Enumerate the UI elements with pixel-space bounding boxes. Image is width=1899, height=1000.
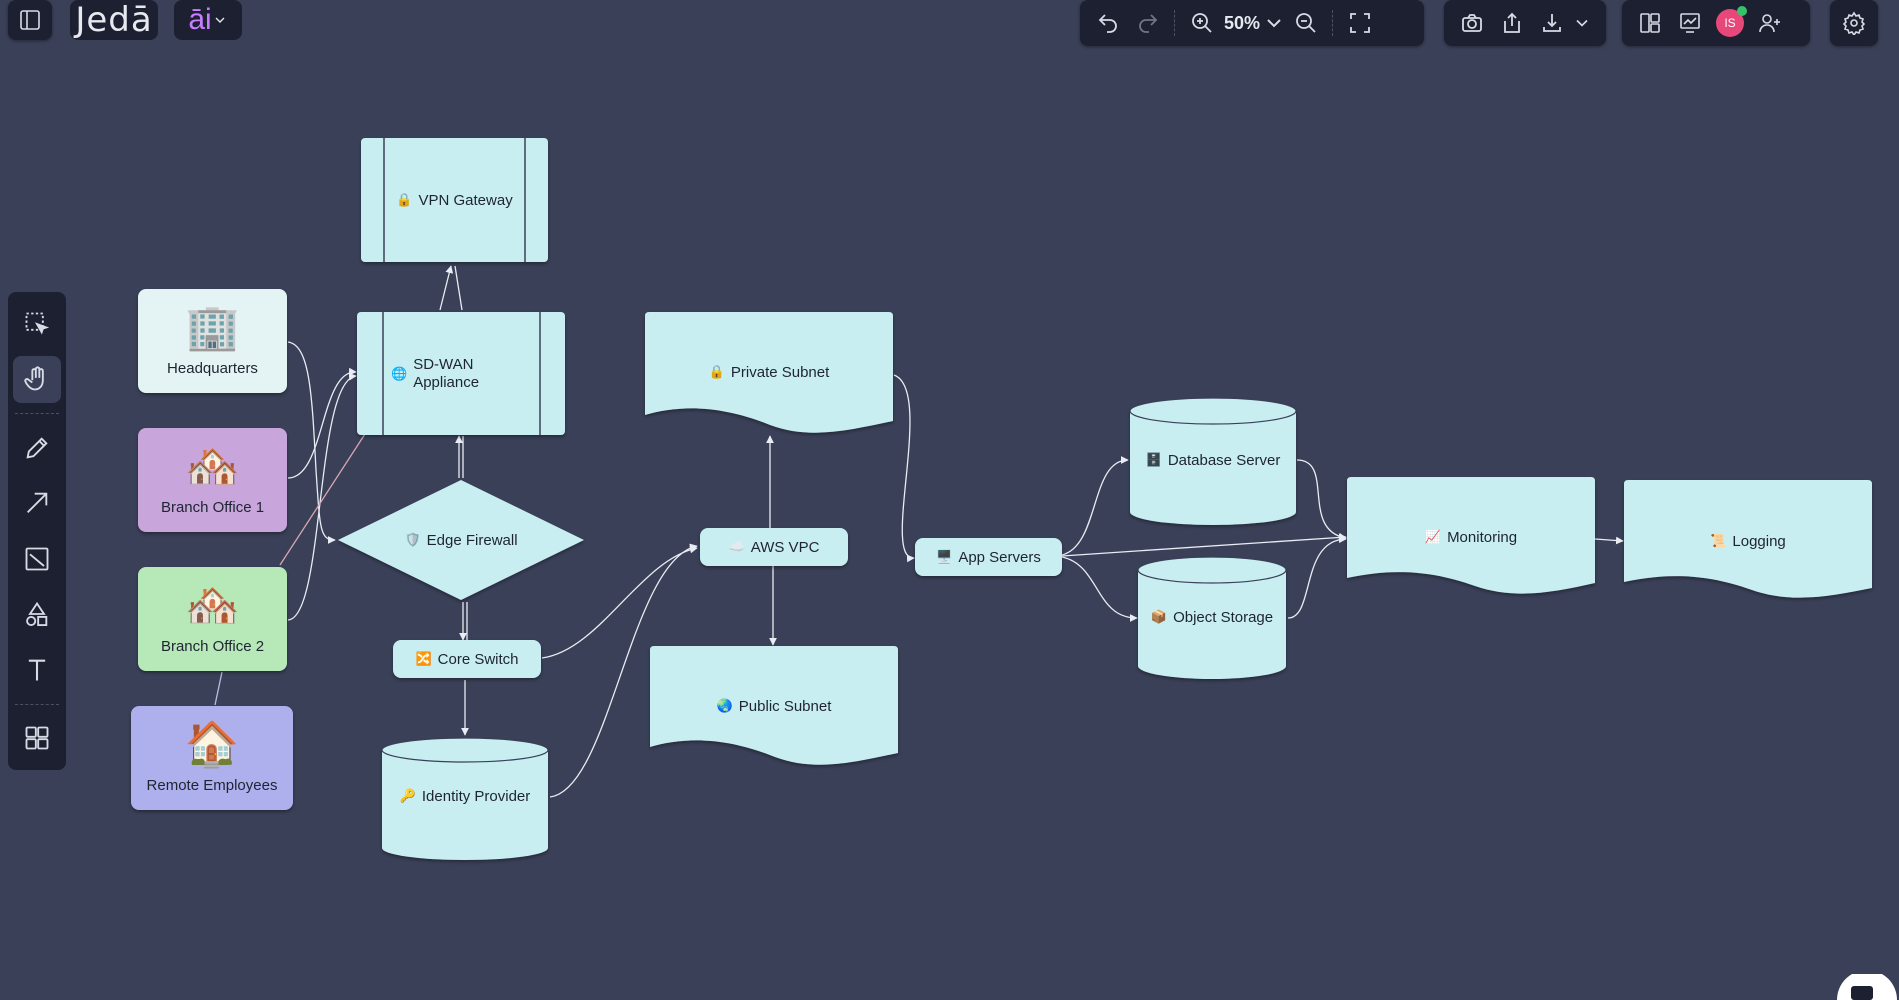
remote-employees-node[interactable]: 🏠 Remote Employees — [131, 706, 293, 810]
database-server-label: Database Server — [1167, 451, 1281, 469]
object-storage-text: 📦 Object Storage — [1138, 597, 1286, 637]
public-subnet-text: 🌏 Public Subnet — [650, 686, 898, 726]
house-icon: 🏠 — [184, 719, 240, 769]
chart-icon: 📈 — [1424, 529, 1442, 544]
branch-office-2-node[interactable]: 🏘️ Branch Office 2 — [138, 567, 287, 671]
identity-provider-text: 🔑 Identity Provider — [382, 776, 548, 816]
app-servers-node[interactable]: 🖥️ App Servers — [915, 538, 1062, 576]
computer-icon: 🖥️ — [936, 549, 953, 564]
private-subnet-text: 🔒 Private Subnet — [645, 352, 893, 392]
connector-branch2-sdwan — [287, 372, 357, 621]
connector-sdwan-vpn-a — [439, 265, 454, 311]
key-icon: 🔑 — [399, 788, 416, 803]
package-icon: 📦 — [1150, 609, 1168, 624]
logging-label: Logging — [1732, 532, 1786, 550]
object-storage-label: Object Storage — [1173, 608, 1274, 626]
globe-icon: 🌏 — [716, 698, 733, 713]
cloud-icon: ☁️ — [728, 539, 745, 554]
houses-icon: 🏘️ — [185, 580, 240, 630]
connector-private-app — [893, 374, 915, 563]
branch-office-1-label: Branch Office 1 — [160, 498, 265, 516]
houses-icon: 🏘️ — [185, 441, 240, 491]
branch-office-2-label: Branch Office 2 — [160, 637, 265, 655]
vpn-gateway-label: VPN Gateway — [418, 191, 513, 209]
connector-app-storage — [1061, 556, 1138, 622]
connector-core-vpc — [541, 545, 698, 659]
database-server-text: 🗄️ Database Server — [1130, 440, 1296, 480]
connector-app-database — [1061, 456, 1129, 556]
sdwan-label-line2: Appliance — [413, 374, 480, 391]
aws-vpc-node[interactable]: ☁️ AWS VPC — [700, 528, 848, 566]
remote-employees-label: Remote Employees — [146, 776, 278, 794]
shield-icon: 🛡️ — [404, 532, 421, 547]
connector-branch1-sdwan — [287, 367, 357, 479]
logging-text: 📜 Logging — [1624, 521, 1872, 561]
core-switch-node[interactable]: 🔀 Core Switch — [393, 640, 541, 678]
private-subnet-label: Private Subnet — [730, 363, 830, 381]
monitoring-label: Monitoring — [1447, 528, 1518, 546]
connector-sdwan-vpn-b — [454, 265, 463, 311]
vpn-gateway-text: 🔒 VPN Gateway — [361, 138, 548, 262]
branch-office-1-node[interactable]: 🏘️ Branch Office 1 — [138, 428, 287, 532]
headquarters-node[interactable]: 🏢 Headquarters — [138, 289, 287, 393]
edge-firewall-label: Edge Firewall — [426, 531, 518, 549]
globe-icon: 🌐 — [391, 366, 408, 381]
connector-storage-monitoring — [1287, 535, 1347, 619]
connector-remote-branch2 — [214, 671, 223, 706]
sdwan-label-line1: SD-WAN — [413, 356, 474, 373]
headquarters-label: Headquarters — [167, 359, 258, 377]
identity-provider-label: Identity Provider — [421, 787, 531, 805]
switch-icon: 🔀 — [415, 651, 432, 666]
aws-vpc-label: AWS VPC — [750, 538, 820, 556]
app-servers-label: App Servers — [958, 548, 1041, 566]
connector-app-monitoring — [1061, 533, 1347, 557]
connector-database-monitoring — [1296, 459, 1347, 541]
monitoring-text: 📈 Monitoring — [1347, 517, 1595, 557]
public-subnet-label: Public Subnet — [738, 697, 832, 715]
sdwan-appliance-text: 🌐 SD-WAN Appliance — [391, 352, 531, 396]
core-switch-label: Core Switch — [437, 650, 519, 668]
cabinet-icon: 🗄️ — [1145, 452, 1162, 467]
chat-widget-button[interactable] — [1829, 974, 1899, 1000]
connector-monitoring-logging — [1594, 536, 1624, 545]
lock-icon: 🔒 — [708, 364, 725, 379]
lock-icon: 🔒 — [396, 192, 413, 207]
scroll-icon: 📜 — [1710, 533, 1727, 548]
office-building-icon: 🏢 — [185, 302, 240, 352]
edge-firewall-text: 🛡️ Edge Firewall — [338, 520, 584, 560]
